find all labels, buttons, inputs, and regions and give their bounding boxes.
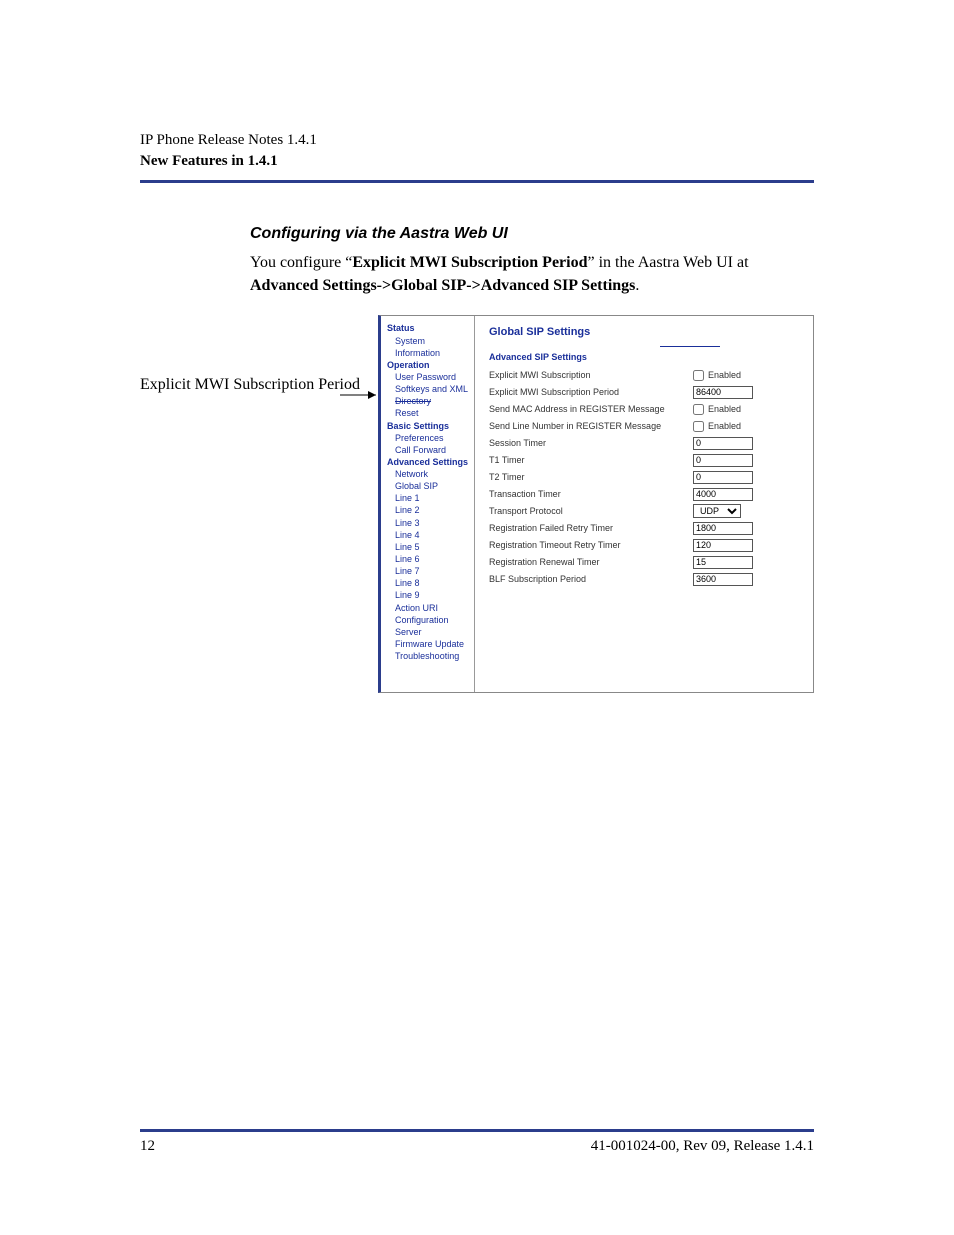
nav-line-5[interactable]: Line 5 [387, 541, 470, 553]
input-reg-renewal[interactable] [693, 556, 753, 569]
input-blf-period[interactable] [693, 573, 753, 586]
footer-right: 41-001024-00, Rev 09, Release 1.4.1 [591, 1138, 814, 1155]
nav-troubleshoot[interactable]: Troubleshooting [387, 650, 470, 662]
page-header: IP Phone Release Notes 1.4.1 New Feature… [140, 130, 814, 172]
label-t2-timer: T2 Timer [489, 472, 693, 482]
row-transaction-timer: Transaction Timer [489, 487, 803, 501]
row-mwi-period: Explicit MWI Subscription Period [489, 385, 803, 399]
row-t2-timer: T2 Timer [489, 470, 803, 484]
p1c: ” in the Aastra Web UI at [587, 254, 748, 271]
label-mac-register: Send MAC Address in REGISTER Message [489, 404, 693, 414]
label-blf-period: BLF Subscription Period [489, 574, 693, 584]
page-number: 12 [140, 1138, 155, 1155]
nav-firmware[interactable]: Firmware Update [387, 638, 470, 650]
enabled-label-2: Enabled [708, 404, 741, 414]
enabled-label-1: Enabled [708, 370, 741, 380]
nav-action-uri[interactable]: Action URI [387, 602, 470, 614]
row-reg-renewal: Registration Renewal Timer [489, 555, 803, 569]
input-reg-timeout[interactable] [693, 539, 753, 552]
checkbox-mac-register[interactable] [693, 404, 704, 415]
nav-line-2[interactable]: Line 2 [387, 504, 470, 516]
p2: Advanced Settings->Global SIP->Advanced … [250, 277, 635, 294]
row-t1-timer: T1 Timer [489, 453, 803, 467]
p2end: . [635, 277, 639, 294]
select-transport-protocol[interactable]: UDP [693, 504, 741, 518]
label-transaction-timer: Transaction Timer [489, 489, 693, 499]
p1a: You configure “ [250, 254, 352, 271]
nav-directory[interactable]: Directory [387, 395, 470, 407]
header-rule [140, 180, 814, 183]
nav-network[interactable]: Network [387, 468, 470, 480]
header-line-2: New Features in 1.4.1 [140, 151, 814, 172]
webui-main: Global SIP Settings Advanced SIP Setting… [475, 316, 813, 692]
nav-reset[interactable]: Reset [387, 407, 470, 419]
row-reg-failed: Registration Failed Retry Timer [489, 521, 803, 535]
label-session-timer: Session Timer [489, 438, 693, 448]
nav-advanced-hdr: Advanced Settings [387, 456, 470, 468]
input-session-timer[interactable] [693, 437, 753, 450]
nav-line-1[interactable]: Line 1 [387, 492, 470, 504]
nav-user-password[interactable]: User Password [387, 371, 470, 383]
row-mwi-subscription: Explicit MWI Subscription Enabled [489, 368, 803, 382]
row-session-timer: Session Timer [489, 436, 803, 450]
input-mwi-period[interactable] [693, 386, 753, 399]
nav-operation-hdr: Operation [387, 359, 470, 371]
label-transport-protocol: Transport Protocol [489, 506, 693, 516]
input-t1-timer[interactable] [693, 454, 753, 467]
panel-subtitle: Advanced SIP Settings [489, 352, 803, 362]
label-line-register: Send Line Number in REGISTER Message [489, 421, 693, 431]
input-transaction-timer[interactable] [693, 488, 753, 501]
nav-global-sip[interactable]: Global SIP [387, 480, 470, 492]
label-mwi-subscription: Explicit MWI Subscription [489, 370, 693, 380]
header-line-1: IP Phone Release Notes 1.4.1 [140, 130, 814, 151]
nav-softkeys[interactable]: Softkeys and XML [387, 383, 470, 395]
panel-title: Global SIP Settings [489, 326, 803, 338]
nav-call-forward[interactable]: Call Forward [387, 444, 470, 456]
label-reg-failed: Registration Failed Retry Timer [489, 523, 693, 533]
p1b: Explicit MWI Subscription Period [352, 254, 587, 271]
checkbox-line-register[interactable] [693, 421, 704, 432]
checkbox-mwi-subscription[interactable] [693, 370, 704, 381]
nav-system-info[interactable]: System Information [387, 335, 470, 359]
nav-preferences[interactable]: Preferences [387, 432, 470, 444]
panel-title-underline [660, 346, 720, 347]
nav-line-9[interactable]: Line 9 [387, 589, 470, 601]
footer-rule [140, 1129, 814, 1132]
row-mac-register: Send MAC Address in REGISTER Message Ena… [489, 402, 803, 416]
input-reg-failed[interactable] [693, 522, 753, 535]
page-footer: 12 41-001024-00, Rev 09, Release 1.4.1 [140, 1129, 814, 1155]
input-t2-timer[interactable] [693, 471, 753, 484]
nav-line-4[interactable]: Line 4 [387, 529, 470, 541]
label-reg-timeout: Registration Timeout Retry Timer [489, 540, 693, 550]
callout-column: Explicit MWI Subscription Period [140, 315, 378, 396]
nav-basic-hdr: Basic Settings [387, 420, 470, 432]
row-transport-protocol: Transport Protocol UDP [489, 504, 803, 518]
enabled-label-3: Enabled [708, 421, 741, 431]
nav-config-server[interactable]: Configuration Server [387, 614, 470, 638]
label-mwi-period: Explicit MWI Subscription Period [489, 387, 693, 397]
nav-status-hdr: Status [387, 322, 470, 334]
label-reg-renewal: Registration Renewal Timer [489, 557, 693, 567]
row-reg-timeout: Registration Timeout Retry Timer [489, 538, 803, 552]
nav-line-3[interactable]: Line 3 [387, 517, 470, 529]
section-title: Configuring via the Aastra Web UI [250, 225, 814, 243]
label-t1-timer: T1 Timer [489, 455, 693, 465]
callout-label: Explicit MWI Subscription Period [140, 375, 378, 396]
webui-screenshot: Status System Information Operation User… [378, 315, 814, 693]
row-line-register: Send Line Number in REGISTER Message Ena… [489, 419, 803, 433]
nav-line-8[interactable]: Line 8 [387, 577, 470, 589]
nav-line-7[interactable]: Line 7 [387, 565, 470, 577]
row-blf-period: BLF Subscription Period [489, 572, 803, 586]
nav-line-6[interactable]: Line 6 [387, 553, 470, 565]
figure-row: Explicit MWI Subscription Period Status … [140, 315, 814, 693]
webui-nav: Status System Information Operation User… [381, 316, 475, 692]
body-paragraph: You configure “Explicit MWI Subscription… [250, 251, 814, 297]
